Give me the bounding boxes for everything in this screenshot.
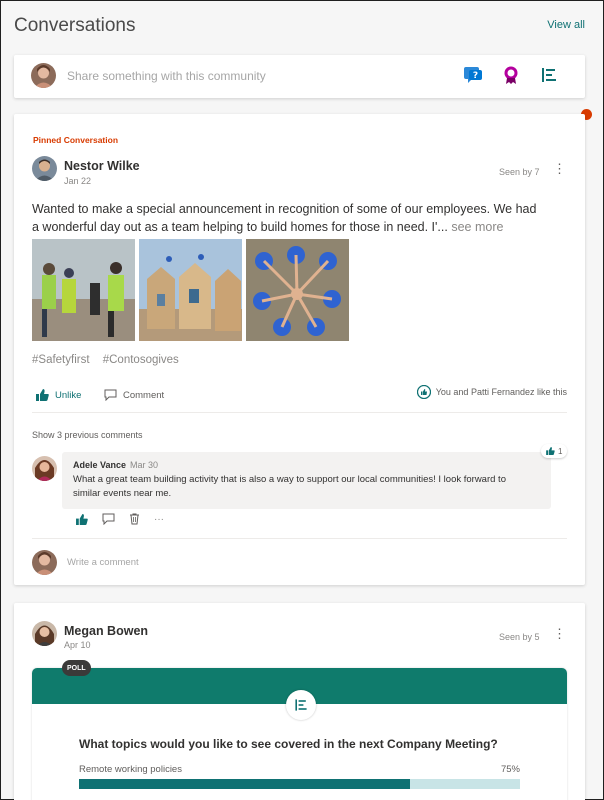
photo-gallery [32, 239, 349, 341]
author-avatar[interactable] [32, 156, 57, 181]
poll-icon [286, 690, 316, 720]
comment-author: Adele Vance Mar 30 [73, 460, 158, 470]
thumbs-up-icon [36, 389, 49, 401]
user-avatar [31, 63, 56, 88]
poll-result-fill [79, 779, 410, 789]
thumbs-up-icon [546, 447, 555, 455]
comment-author-name[interactable]: Adele Vance [73, 460, 126, 470]
post-date: Apr 10 [64, 640, 91, 650]
hashtags: #Safetyfirst #Contosogives [32, 354, 189, 366]
poll: POLL What topics would you like to see c… [32, 660, 567, 800]
poll-option[interactable]: Remote working policies 75% [79, 764, 520, 775]
composer-card: Share something with this community ? [14, 55, 585, 98]
view-all-link[interactable]: View all [547, 19, 585, 31]
author-name[interactable]: Nestor Wilke [64, 159, 140, 173]
comment-actions: ··· [76, 513, 164, 525]
pinned-label: Pinned Conversation [33, 135, 119, 145]
like-circle-icon [416, 385, 431, 399]
comment-like-number: 1 [558, 446, 563, 456]
show-previous-comments-link[interactable]: Show 3 previous comments [32, 430, 143, 440]
write-comment-input[interactable]: Write a comment [67, 557, 139, 568]
svg-text:?: ? [473, 71, 478, 81]
comment-button[interactable]: Comment [104, 389, 164, 401]
comment-like-count[interactable]: 1 [541, 444, 568, 458]
poll-tag: POLL [62, 660, 91, 676]
poll-icon[interactable] [539, 65, 559, 85]
photo-3[interactable] [246, 239, 349, 341]
post-actions: Unlike Comment You and Patti Fernandez l… [32, 385, 567, 409]
poll-result-bar [79, 779, 520, 789]
seen-count[interactable]: Seen by 5 [499, 632, 540, 642]
conversations-header: Conversations View all [14, 15, 585, 43]
poll-option-label: Remote working policies [79, 764, 182, 775]
unlike-button[interactable]: Unlike [36, 389, 81, 401]
poll-post-card: Megan Bowen Apr 10 Seen by 5 ⋮ POLL What… [14, 603, 585, 800]
divider [32, 412, 567, 413]
see-more-link[interactable]: see more [451, 220, 503, 234]
delete-icon[interactable] [129, 513, 140, 525]
photo-2[interactable] [139, 239, 242, 341]
praise-icon[interactable] [501, 65, 521, 85]
hashtag-link[interactable]: #Contosogives [103, 354, 179, 366]
comment-label: Comment [123, 389, 165, 401]
poll-question: What topics would you like to see covere… [79, 737, 498, 751]
author-avatar[interactable] [32, 621, 57, 646]
seen-count[interactable]: Seen by 7 [499, 167, 540, 177]
liked-by-text: You and Patti Fernandez like this [435, 387, 567, 397]
post-date: Jan 22 [64, 176, 92, 186]
divider [32, 538, 567, 539]
poll-option-percent: 75% [500, 764, 520, 775]
comment-icon [104, 389, 117, 401]
comment-text: What a great team building activity that… [73, 474, 506, 499]
comment: Adele Vance Mar 30 What a great team buil… [62, 452, 551, 509]
commenter-avatar[interactable] [32, 456, 57, 481]
photo-1[interactable] [32, 239, 135, 341]
user-avatar [32, 550, 57, 575]
reply-icon[interactable] [102, 513, 115, 525]
unlike-label: Unlike [55, 389, 82, 401]
more-icon[interactable]: ··· [154, 514, 164, 525]
share-input[interactable]: Share something with this community [67, 69, 266, 83]
author-name[interactable]: Megan Bowen [64, 624, 148, 638]
comment-like-button[interactable] [76, 513, 88, 525]
liked-by[interactable]: You and Patti Fernandez like this [416, 385, 567, 399]
question-icon[interactable]: ? [463, 65, 483, 85]
hashtag-link[interactable]: #Safetyfirst [32, 354, 90, 366]
comment-date: Mar 30 [130, 460, 159, 470]
more-options-icon[interactable]: ⋮ [553, 626, 566, 642]
post-body: Wanted to make a special announcement in… [32, 200, 537, 236]
more-options-icon[interactable]: ⋮ [553, 161, 566, 177]
pinned-post-card: Pinned Conversation Nestor Wilke Jan 22 … [14, 114, 585, 585]
page-title: Conversations [14, 15, 136, 36]
